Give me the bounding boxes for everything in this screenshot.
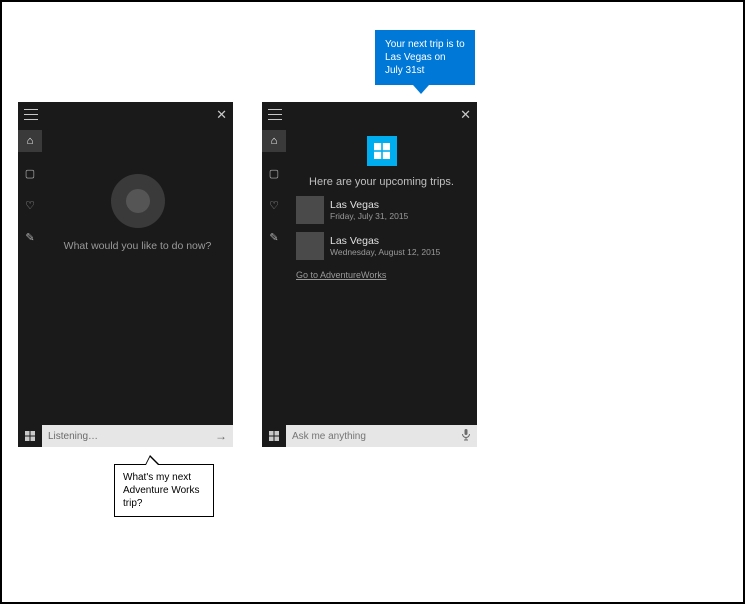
cortana-panel-listening: ✕ ⌂ ▢ ♡ ✎ What would you like to do now? xyxy=(18,102,233,447)
cortana-core-icon xyxy=(126,189,150,213)
cortana-panel-results: ✕ ⌂ ▢ ♡ ✎ Here are your upcoming trips. … xyxy=(262,102,477,447)
start-button[interactable] xyxy=(262,425,286,447)
sidebar-settings-icon[interactable]: ✎ xyxy=(262,226,286,248)
mic-svg xyxy=(461,429,471,441)
sidebar-home-icon[interactable]: ⌂ xyxy=(18,130,42,152)
results-heading: Here are your upcoming trips. xyxy=(309,176,454,188)
sidebar-places-icon[interactable]: ♡ xyxy=(18,194,42,216)
start-button[interactable] xyxy=(18,425,42,447)
trip-title: Las Vegas xyxy=(330,199,408,211)
cortana-ring-icon xyxy=(111,174,165,228)
trip-item[interactable]: Las Vegas Friday, July 31, 2015 xyxy=(296,196,467,224)
menu-icon[interactable] xyxy=(24,109,38,120)
trip-thumbnail xyxy=(296,232,324,260)
sidebar: ⌂ ▢ ♡ ✎ xyxy=(18,126,42,425)
trip-date: Friday, July 31, 2015 xyxy=(330,211,408,221)
close-icon[interactable]: ✕ xyxy=(460,108,471,121)
sidebar-places-icon[interactable]: ♡ xyxy=(262,194,286,216)
windows-logo-icon xyxy=(374,143,390,159)
close-icon[interactable]: ✕ xyxy=(216,108,227,121)
user-speech-bubble: What's my next Adventure Works trip? xyxy=(114,464,214,517)
sidebar-home-icon[interactable]: ⌂ xyxy=(262,130,286,152)
search-input[interactable] xyxy=(48,431,209,442)
trip-date: Wednesday, August 12, 2015 xyxy=(330,247,440,257)
search-input[interactable] xyxy=(292,431,455,442)
search-bar[interactable] xyxy=(286,425,477,447)
search-bar[interactable]: → xyxy=(42,425,233,447)
cortana-response-bubble: Your next trip is to Las Vegas on July 3… xyxy=(375,30,475,85)
app-tile-icon xyxy=(367,136,397,166)
sidebar-notebook-icon[interactable]: ▢ xyxy=(18,162,42,184)
windows-logo-icon xyxy=(25,431,35,441)
sidebar-notebook-icon[interactable]: ▢ xyxy=(262,162,286,184)
cortana-prompt-text: What would you like to do now? xyxy=(64,240,212,252)
trip-item[interactable]: Las Vegas Wednesday, August 12, 2015 xyxy=(296,232,467,260)
windows-logo-icon xyxy=(269,431,279,441)
sidebar: ⌂ ▢ ♡ ✎ xyxy=(262,126,286,425)
trip-title: Las Vegas xyxy=(330,235,440,247)
submit-arrow-icon[interactable]: → xyxy=(215,429,227,443)
microphone-icon[interactable] xyxy=(461,429,471,444)
trip-thumbnail xyxy=(296,196,324,224)
menu-icon[interactable] xyxy=(268,109,282,120)
app-deeplink[interactable]: Go to AdventureWorks xyxy=(296,270,386,280)
sidebar-settings-icon[interactable]: ✎ xyxy=(18,226,42,248)
